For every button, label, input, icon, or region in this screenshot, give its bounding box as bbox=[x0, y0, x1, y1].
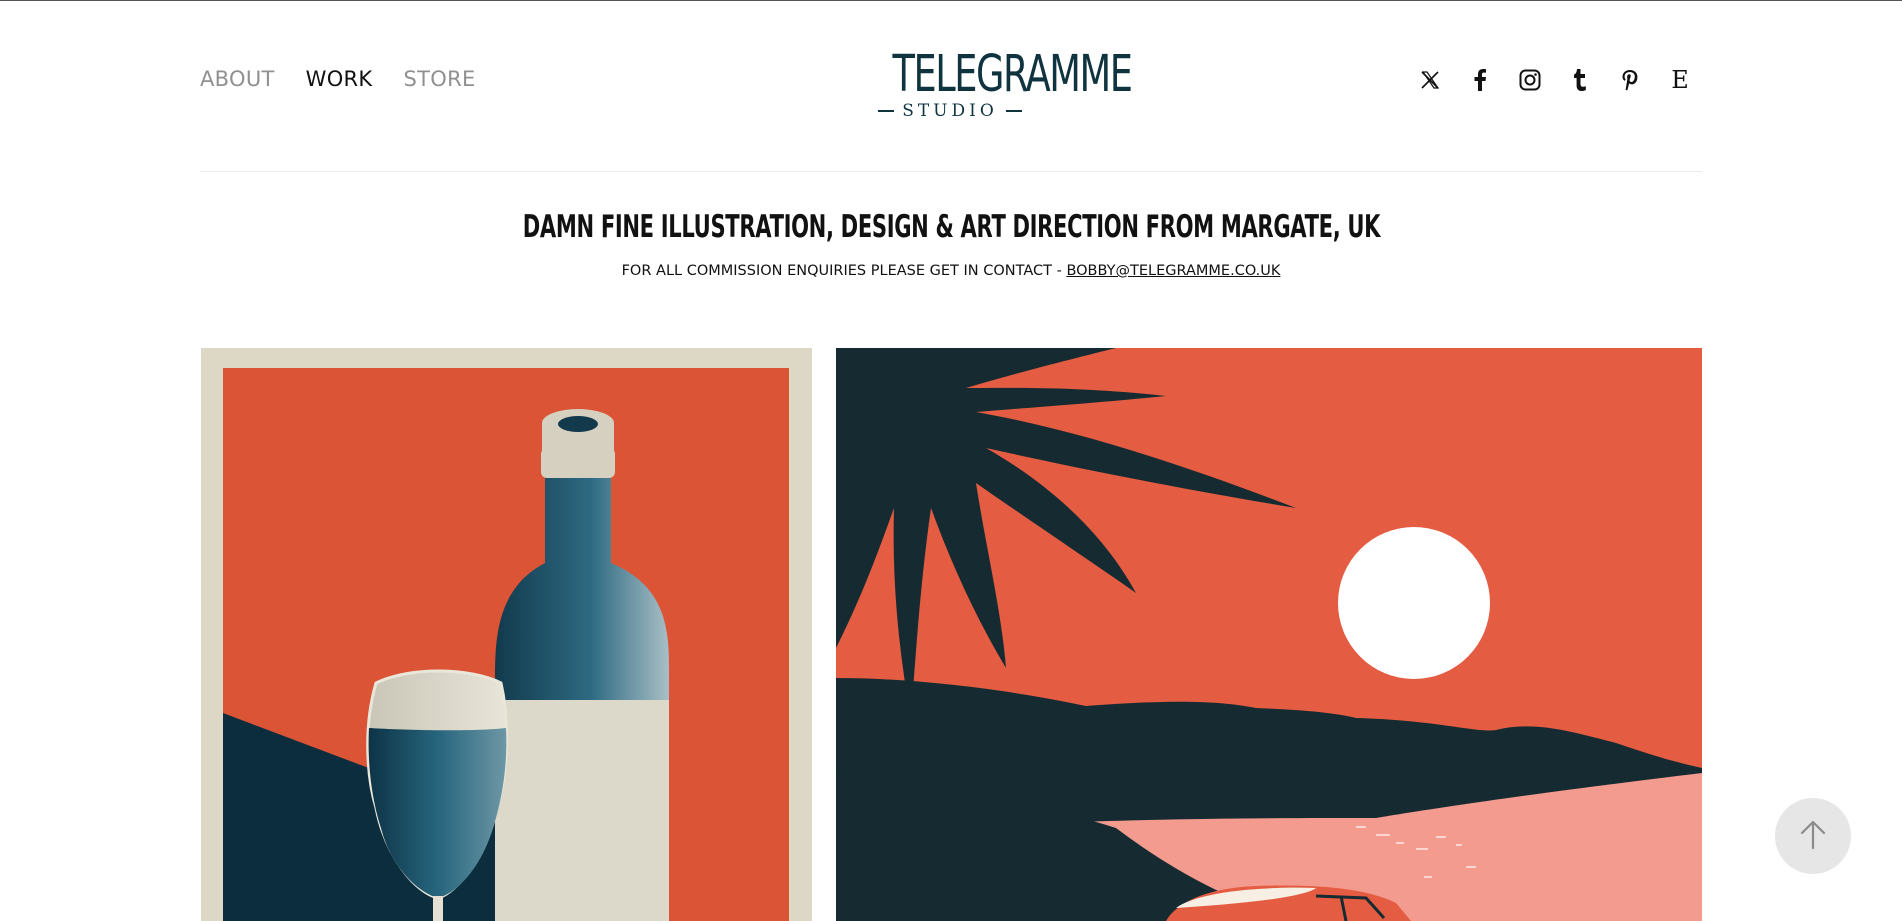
tumblr-icon[interactable] bbox=[1568, 67, 1592, 93]
arrow-up-icon bbox=[1799, 818, 1827, 855]
pinterest-icon[interactable] bbox=[1618, 67, 1642, 93]
hero-headline-wrap: DAMN FINE ILLUSTRATION, DESIGN & ART DIR… bbox=[0, 209, 1902, 245]
instagram-icon[interactable] bbox=[1518, 67, 1542, 93]
scroll-to-top-button[interactable] bbox=[1775, 798, 1851, 874]
artwork-wine-poster[interactable] bbox=[201, 348, 812, 921]
etsy-icon[interactable]: E bbox=[1668, 67, 1692, 93]
site-logo[interactable]: TELEGRAMME STUDIO bbox=[846, 49, 1133, 121]
logo-dash-left bbox=[878, 110, 895, 112]
hero-headline: DAMN FINE ILLUSTRATION, DESIGN & ART DIR… bbox=[522, 209, 1380, 245]
main-nav: ABOUT WORK STORE bbox=[200, 67, 476, 91]
contact-prefix: FOR ALL COMMISSION ENQUIRIES PLEASE GET … bbox=[621, 263, 1067, 279]
facebook-icon[interactable] bbox=[1468, 67, 1492, 93]
contact-email-link[interactable]: BOBBY@TELEGRAMME.CO.UK bbox=[1066, 263, 1280, 279]
nav-store[interactable]: STORE bbox=[404, 67, 476, 91]
logo-sub-row: STUDIO bbox=[846, 101, 1054, 121]
logo-subtitle: STUDIO bbox=[902, 101, 998, 121]
artwork-palm-sunset[interactable] bbox=[836, 348, 1702, 921]
logo-dash-right bbox=[1005, 110, 1022, 112]
header-divider bbox=[200, 171, 1702, 172]
nav-work[interactable]: WORK bbox=[306, 67, 373, 91]
svg-text:E: E bbox=[1671, 68, 1689, 92]
x-icon[interactable] bbox=[1418, 67, 1442, 93]
hero-contact: FOR ALL COMMISSION ENQUIRIES PLEASE GET … bbox=[0, 263, 1902, 279]
logo-wordmark: TELEGRAMME bbox=[892, 45, 1133, 104]
nav-about[interactable]: ABOUT bbox=[200, 67, 275, 91]
social-links: E bbox=[1418, 67, 1692, 93]
